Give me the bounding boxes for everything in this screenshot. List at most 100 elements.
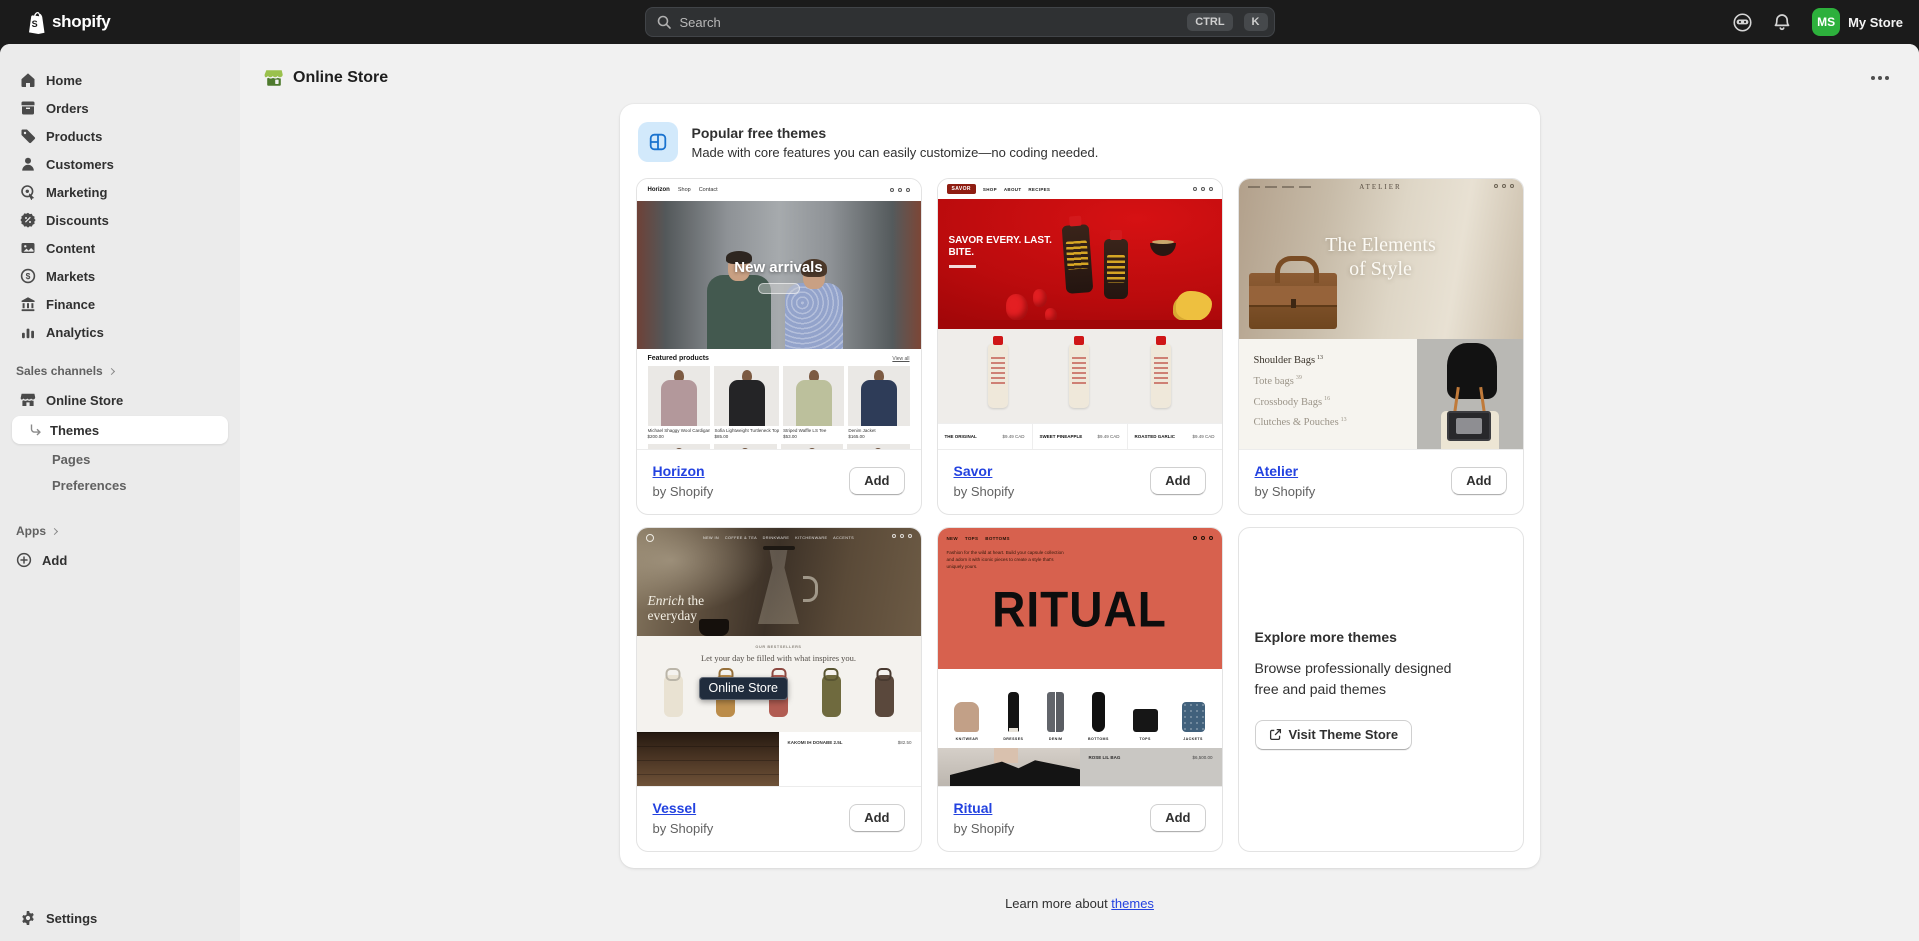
topbar-actions: MS My Store: [1726, 6, 1919, 38]
markets-globe-icon: $: [20, 268, 36, 284]
sidebar-item-marketing[interactable]: Marketing: [0, 178, 240, 206]
sidebar-item-content[interactable]: Content: [0, 234, 240, 262]
sauce-bottle-shape: [1151, 344, 1171, 408]
page-header: Online Store: [240, 44, 1919, 104]
horizon-hero-image: New arrivals: [637, 201, 921, 349]
search-placeholder-text: Search: [680, 15, 1177, 30]
vessel-hero-image: NEW IN COFFEE & TEA DRINKWARE KITCHENWAR…: [637, 528, 921, 636]
horizon-theme-link[interactable]: Horizon: [653, 463, 705, 479]
analytics-bars-icon: [20, 324, 36, 340]
model-photo-shape: [938, 748, 1080, 786]
panel-subtitle: Made with core features you can easily c…: [692, 145, 1099, 160]
topbar: S shopify Search CTRL K: [0, 0, 1919, 44]
theme-card-vessel: NEW IN COFFEE & TEA DRINKWARE KITCHENWAR…: [636, 527, 922, 852]
skirt-shape: [1092, 692, 1105, 732]
theme-card-ritual: NEW TOPS BOTTOMS Fashion for the wild at…: [937, 527, 1223, 852]
orders-icon: [20, 100, 36, 116]
tumbler-shape: [822, 675, 841, 717]
sidebar-item-online-store[interactable]: Online Store: [0, 386, 240, 414]
preview-header-icons: [892, 534, 912, 538]
ginger-shape: [1176, 291, 1212, 321]
sidebar-item-discounts[interactable]: Discounts: [0, 206, 240, 234]
preview-header-icons: [1494, 184, 1514, 188]
pepper-shape: [1033, 289, 1047, 307]
sidebar-item-customers[interactable]: Customers: [0, 150, 240, 178]
search-input[interactable]: Search CTRL K: [645, 7, 1275, 37]
gear-icon: [20, 910, 36, 926]
atelier-hero-image: ATELIER The Elementsof Style: [1239, 179, 1523, 339]
coffee-carafe-shape: [752, 548, 806, 624]
search-icon: [656, 14, 672, 30]
marketing-target-icon: [20, 184, 36, 200]
shortcut-k-key: K: [1244, 13, 1268, 31]
add-horizon-button[interactable]: Add: [849, 467, 904, 495]
atelier-theme-preview[interactable]: ATELIER The Elementsof Style Shoulder Ba…: [1239, 179, 1523, 449]
chevron-right-icon: [51, 528, 58, 535]
store-menu[interactable]: MS My Store: [1812, 8, 1903, 36]
dress-shape: [1008, 692, 1019, 732]
themes-learn-more-link[interactable]: themes: [1111, 896, 1154, 911]
storefront-icon: [20, 392, 36, 408]
atelier-theme-link[interactable]: Atelier: [1255, 463, 1299, 479]
jacket-shape: [1182, 702, 1205, 732]
ritual-theme-link[interactable]: Ritual: [954, 800, 993, 816]
more-actions-button[interactable]: [1865, 70, 1895, 86]
sidebar-item-finance[interactable]: Finance: [0, 290, 240, 318]
savor-hero-image: SAVOR EVERY. LAST. BITE.: [938, 199, 1222, 329]
tshirt-shape: [1133, 709, 1158, 732]
themes-layout-icon: [638, 122, 678, 162]
external-link-icon: [1269, 728, 1282, 741]
shopify-logo[interactable]: S shopify: [26, 11, 110, 34]
store-avatar: MS: [1812, 8, 1840, 36]
home-icon: [20, 72, 36, 88]
theme-card-savor: SAVOR SHOP ABOUT RECIPES SAVOR EVERY. LA…: [937, 178, 1223, 515]
apps-header[interactable]: Apps: [0, 498, 240, 546]
add-atelier-button[interactable]: Add: [1451, 467, 1506, 495]
sidebar-item-pages[interactable]: Pages: [0, 446, 240, 472]
knitwear-shape: [954, 702, 979, 732]
shopify-bag-icon: S: [26, 11, 46, 34]
sidebar-item-markets[interactable]: $ Markets: [0, 262, 240, 290]
visit-theme-store-button[interactable]: Visit Theme Store: [1255, 720, 1413, 750]
sidebar-item-home[interactable]: Home: [0, 66, 240, 94]
svg-text:S: S: [32, 19, 38, 29]
plus-circle-icon: [16, 552, 32, 568]
sidebar-item-themes-selected[interactable]: Themes: [12, 416, 228, 444]
ritual-hero-image: NEW TOPS BOTTOMS Fashion for the wild at…: [938, 528, 1222, 669]
sidebar-item-products[interactable]: Products: [0, 122, 240, 150]
ritual-theme-preview[interactable]: NEW TOPS BOTTOMS Fashion for the wild at…: [938, 528, 1222, 786]
sauce-bottle-shape: [988, 344, 1008, 408]
sidebar-item-preferences[interactable]: Preferences: [0, 472, 240, 498]
store-name: My Store: [1848, 15, 1903, 30]
vessel-theme-preview[interactable]: NEW IN COFFEE & TEA DRINKWARE KITCHENWAR…: [637, 528, 921, 786]
bowl-shape: [1150, 243, 1176, 256]
online-store-tooltip: Online Store: [699, 677, 788, 700]
panel-title: Popular free themes: [692, 122, 1099, 141]
sidekick-icon[interactable]: [1726, 6, 1758, 38]
horizon-theme-preview[interactable]: Horizon Shop Contact New arrivals: [637, 179, 921, 449]
add-ritual-button[interactable]: Add: [1150, 804, 1205, 832]
customers-person-icon: [20, 156, 36, 172]
sidebar-item-orders[interactable]: Orders: [0, 94, 240, 122]
theme-card-horizon: Horizon Shop Contact New arrivals: [636, 178, 922, 515]
nested-arrow-icon: [28, 423, 42, 437]
add-vessel-button[interactable]: Add: [849, 804, 904, 832]
vessel-theme-link[interactable]: Vessel: [653, 800, 697, 816]
sidebar-item-add-app[interactable]: Add: [0, 546, 240, 574]
savor-theme-link[interactable]: Savor: [954, 463, 993, 479]
sidebar-item-analytics[interactable]: Analytics: [0, 318, 240, 346]
savor-theme-preview[interactable]: SAVOR SHOP ABOUT RECIPES SAVOR EVERY. LA…: [938, 179, 1222, 449]
explore-body: Browse professionally designed free and …: [1255, 658, 1507, 700]
chevron-right-icon: [108, 368, 115, 375]
sales-channels-header[interactable]: Sales channels: [0, 346, 240, 386]
themes-grid: Horizon Shop Contact New arrivals: [636, 178, 1524, 852]
preview-header-icons: [1193, 187, 1213, 191]
notifications-bell-icon[interactable]: [1766, 6, 1798, 38]
popular-themes-panel: Popular free themes Made with core featu…: [620, 104, 1540, 868]
add-savor-button[interactable]: Add: [1150, 467, 1205, 495]
sidebar-item-settings[interactable]: Settings: [0, 904, 240, 932]
footer-note: Learn more about themes: [240, 896, 1919, 911]
sidebar: Home Orders Products Customers Marketing…: [0, 44, 240, 941]
sauce-bottle-shape: [1069, 344, 1089, 408]
preview-header-icons: [890, 188, 910, 192]
